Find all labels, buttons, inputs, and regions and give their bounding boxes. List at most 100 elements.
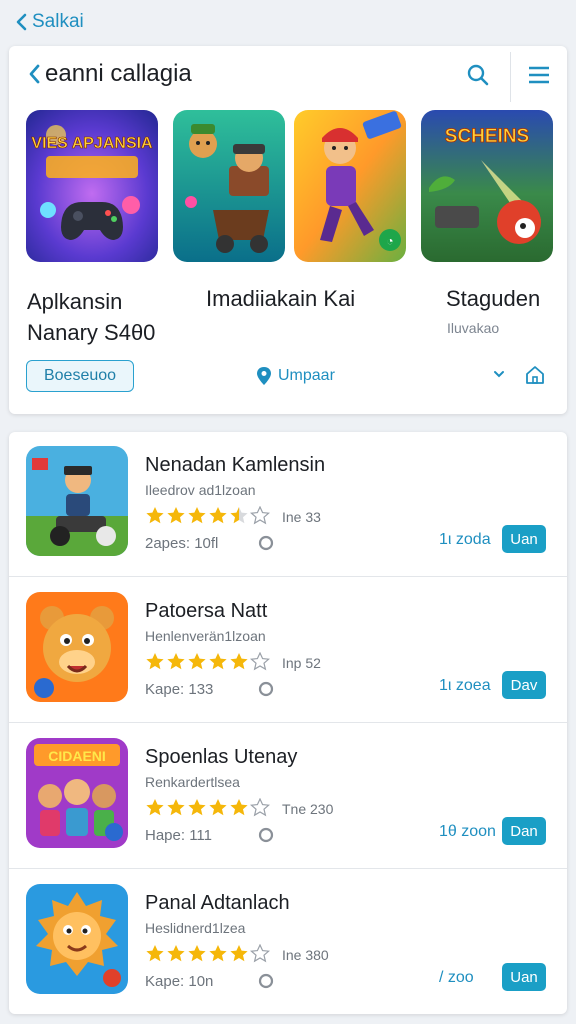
star-outline-icon [250,798,270,817]
featured-app-tile[interactable]: ◔ [294,110,406,262]
star-outline-icon [250,944,270,963]
featured-label: Imadiiakain Kai [206,286,356,311]
featured-app-tile[interactable]: SCHEINS [421,110,553,262]
star-outline-icon [250,506,270,525]
rating-count: Inp 52 [282,655,321,671]
featured-app-tile[interactable]: VIES APJANSIA [26,110,158,262]
page-title[interactable]: eanni callagia [27,60,192,88]
app-meta: Kape: 10n [145,973,214,990]
star-half-icon [230,507,248,524]
app-icon: CIDAENI [26,738,128,848]
app-title: Panal Adtanlach [145,892,290,914]
info-icon [258,681,274,697]
star-rating [145,652,270,671]
star-icon [167,799,185,816]
list-item[interactable]: Nenadan Kamlensin Ileedrov ad1lzoan Ine … [9,432,567,577]
app-time: 1ι zoda [439,531,491,548]
star-icon [146,507,164,524]
star-icon [209,653,227,670]
star-icon [188,653,206,670]
install-button[interactable]: Dan [502,817,546,845]
star-icon [167,653,185,670]
star-icon [188,799,206,816]
star-icon [146,945,164,962]
star-icon [146,653,164,670]
location-label: Umpaar [278,367,335,384]
star-icon [209,945,227,962]
star-icon [167,507,185,524]
app-icon [26,446,128,556]
game-art-lion [26,884,128,994]
home-icon[interactable] [524,364,546,386]
svg-text:SCHEINS: SCHEINS [445,126,529,147]
app-title: Nenadan Kamlensin [145,454,326,476]
rating-count: Tne 230 [282,801,334,817]
app-meta: 2apes: 10fl [145,535,219,552]
featured-label: Aplkansin Nanary S4θ0 [27,286,155,348]
featured-label: Staguden [446,286,541,311]
game-art-bear [26,592,128,702]
rating-count: Ine 33 [282,509,321,525]
app-subtitle: Renkardertlsea [145,774,240,790]
star-icon [167,945,185,962]
info-icon [258,827,274,843]
star-icon [146,799,164,816]
app-time: / zoo [439,969,474,986]
star-icon [209,799,227,816]
star-rating [145,798,270,817]
featured-sublabel: Iluvakao [447,320,500,336]
app-time: 1ι zoea [439,677,491,694]
app-meta: Kape: 133 [145,681,214,698]
info-icon [258,535,274,551]
svg-text:CIDAENI: CIDAENI [48,748,106,764]
install-button[interactable]: Uan [502,963,546,991]
search-icon[interactable] [465,62,491,88]
menu-icon[interactable] [527,64,551,86]
install-button[interactable]: Uan [502,525,546,553]
app-list: Nenadan Kamlensin Ileedrov ad1lzoan Ine … [9,432,567,1014]
list-item[interactable]: CIDAENI Spoenlas Utenay Renkardertlsea T… [9,724,567,869]
game-art-rider [26,446,128,556]
svg-text:◔: ◔ [386,234,393,248]
star-rating [145,944,270,963]
star-icon [230,653,248,670]
game-art-robot: SCHEINS [421,110,553,262]
app-meta: Hape: 111 [145,827,212,844]
list-item[interactable]: Patoersa Natt Henlenverän1lzoan Inp 52 K… [9,578,567,723]
svg-text:VIES APJANSIA: VIES APJANSIA [31,135,153,152]
back-button[interactable]: Salkai [14,11,84,33]
app-subtitle: Henlenverän1lzoan [145,628,266,644]
chevron-down-icon[interactable] [493,368,505,380]
star-icon [188,507,206,524]
header-divider [510,52,511,102]
app-title: Spoenlas Utenay [145,746,298,768]
star-icon [230,799,248,816]
game-art-kids: CIDAENI [26,738,128,848]
location-pin-icon [257,367,271,385]
star-icon [209,507,227,524]
category-pill-button[interactable]: Boeseuoo [26,360,134,392]
chevron-left-icon [29,64,40,84]
app-subtitle: Heslidnerd1lzea [145,920,246,936]
panel-header: eanni callagia [9,46,567,106]
info-icon [258,973,274,989]
top-bar: Salkai [0,0,576,44]
back-label: Salkai [32,11,84,32]
install-button[interactable]: Dav [502,671,546,699]
game-art-runner: ◔ [294,110,406,262]
star-icon [230,945,248,962]
location-link[interactable]: Umpaar [256,366,335,386]
game-art-adventurer [173,110,285,262]
page-title-text: eanni callagia [45,60,192,87]
chevron-left-icon [16,13,27,31]
featured-panel: eanni callagia VIES APJANSIA ◔ SCHEINS A… [9,46,567,414]
list-item[interactable]: Panal Adtanlach Heslidnerd1lzea Ine 380 … [9,870,567,1014]
app-title: Patoersa Natt [145,600,268,622]
game-art-controller: VIES APJANSIA [26,110,158,262]
app-icon [26,884,128,994]
featured-label-line: Nanary S4θ0 [27,320,156,345]
app-time: 1θ zoon [439,823,496,840]
featured-label-line: Aplkansin [27,289,123,314]
star-icon [188,945,206,962]
featured-app-tile[interactable] [173,110,285,262]
